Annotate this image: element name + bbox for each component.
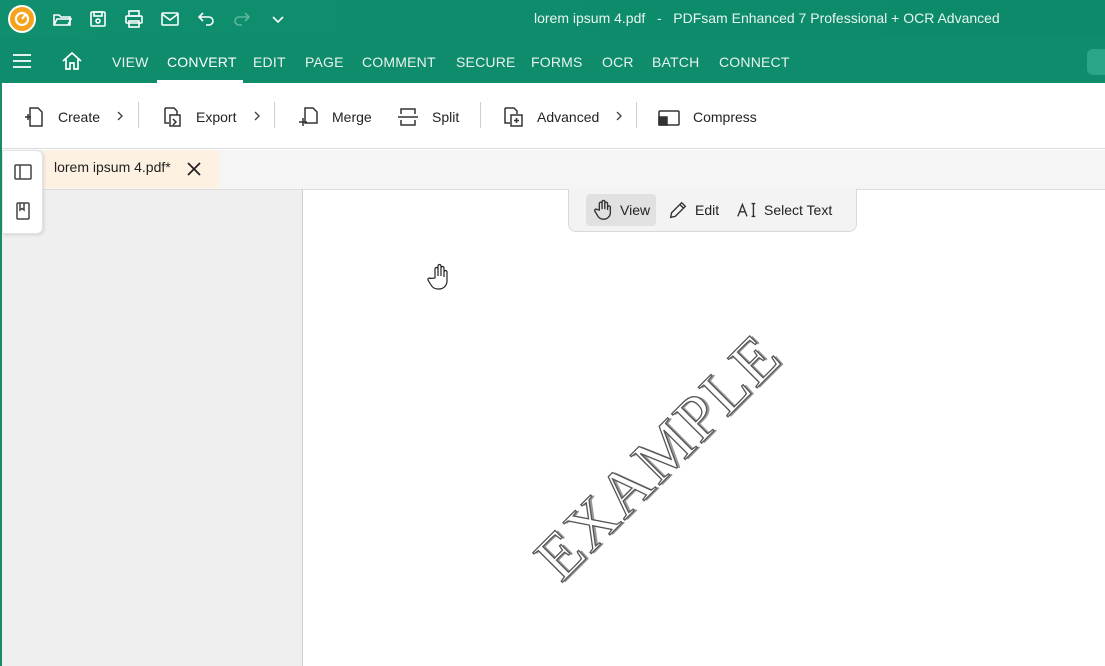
export-button[interactable]: Export [160, 105, 236, 129]
left-navigation-pane [2, 190, 303, 666]
merge-icon [296, 105, 320, 129]
chevron-down-icon[interactable] [266, 7, 290, 31]
hamburger-menu-icon[interactable] [10, 50, 34, 72]
edit-mode-label: Edit [695, 202, 720, 218]
title-bar: lorem ipsum 4.pdf - PDFsam Enhanced 7 Pr… [0, 0, 1105, 38]
view-mode-button[interactable]: View [586, 194, 657, 226]
advanced-icon [501, 105, 525, 129]
export-chevron-icon[interactable] [252, 109, 262, 123]
ribbon-separator [636, 102, 637, 128]
ribbon-separator [138, 102, 139, 128]
home-icon[interactable] [60, 50, 84, 72]
pdfsam-logo-icon[interactable] [8, 5, 36, 33]
advanced-chevron-icon[interactable] [614, 109, 624, 123]
document-tab[interactable]: lorem ipsum 4.pdf* [44, 150, 219, 188]
ribbon-toolbar: Create Export Merge Split Advanced Compr… [2, 83, 1105, 149]
merge-label: Merge [332, 109, 372, 125]
edit-mode-button[interactable]: Edit [661, 194, 725, 226]
create-icon [22, 105, 46, 129]
merge-button[interactable]: Merge [296, 105, 372, 129]
side-panel-toggle [2, 150, 43, 234]
menu-view[interactable]: VIEW [112, 54, 149, 70]
menu-secure[interactable]: SECURE [456, 54, 516, 70]
bookmark-icon[interactable] [13, 201, 35, 223]
create-button[interactable]: Create [22, 105, 100, 129]
print-icon[interactable] [122, 7, 146, 31]
menu-forms[interactable]: FORMS [531, 54, 583, 70]
mode-toolbar: View Edit Select Text [568, 189, 857, 232]
redo-icon[interactable] [230, 7, 254, 31]
compress-label: Compress [693, 109, 757, 125]
pencil-icon [669, 201, 687, 219]
search-box[interactable] [1087, 49, 1105, 75]
menu-connect[interactable]: CONNECT [719, 54, 790, 70]
menu-edit[interactable]: EDIT [253, 54, 286, 70]
document-tab-strip: lorem ipsum 4.pdf* [2, 150, 1105, 190]
split-label: Split [432, 109, 460, 125]
save-icon[interactable] [86, 7, 110, 31]
menu-comment[interactable]: COMMENT [362, 54, 436, 70]
create-chevron-icon[interactable] [115, 109, 125, 123]
export-icon [160, 105, 184, 129]
select-text-mode-label: Select Text [764, 202, 833, 218]
menu-batch[interactable]: BATCH [652, 54, 699, 70]
mail-icon[interactable] [158, 7, 182, 31]
advanced-button[interactable]: Advanced [501, 105, 599, 129]
hand-cursor-icon [426, 262, 456, 294]
view-mode-label: View [620, 202, 651, 218]
split-icon [396, 105, 420, 129]
menu-convert[interactable]: CONVERT [167, 54, 237, 70]
select-text-mode-button[interactable]: Select Text [730, 194, 838, 226]
advanced-label: Advanced [537, 109, 600, 125]
export-label: Export [196, 109, 237, 125]
split-button[interactable]: Split [396, 105, 459, 129]
compress-button[interactable]: Compress [657, 105, 757, 129]
document-tab-label: lorem ipsum 4.pdf* [54, 159, 171, 175]
menu-page[interactable]: PAGE [305, 54, 344, 70]
menu-ocr[interactable]: OCR [602, 54, 634, 70]
ribbon-separator [274, 102, 275, 128]
open-folder-icon[interactable] [50, 7, 74, 31]
sidebar-toggle-icon[interactable] [13, 162, 35, 184]
create-label: Create [58, 109, 101, 125]
text-cursor-icon [737, 202, 756, 218]
window-title: lorem ipsum 4.pdf - PDFsam Enhanced 7 Pr… [534, 10, 1000, 26]
ribbon-separator [480, 102, 481, 128]
undo-icon[interactable] [194, 7, 218, 31]
hand-icon [594, 199, 612, 220]
compress-icon [657, 105, 681, 129]
menu-bar: VIEW CONVERT EDIT PAGE COMMENT SECURE FO… [0, 38, 1105, 83]
close-icon[interactable] [184, 159, 204, 179]
